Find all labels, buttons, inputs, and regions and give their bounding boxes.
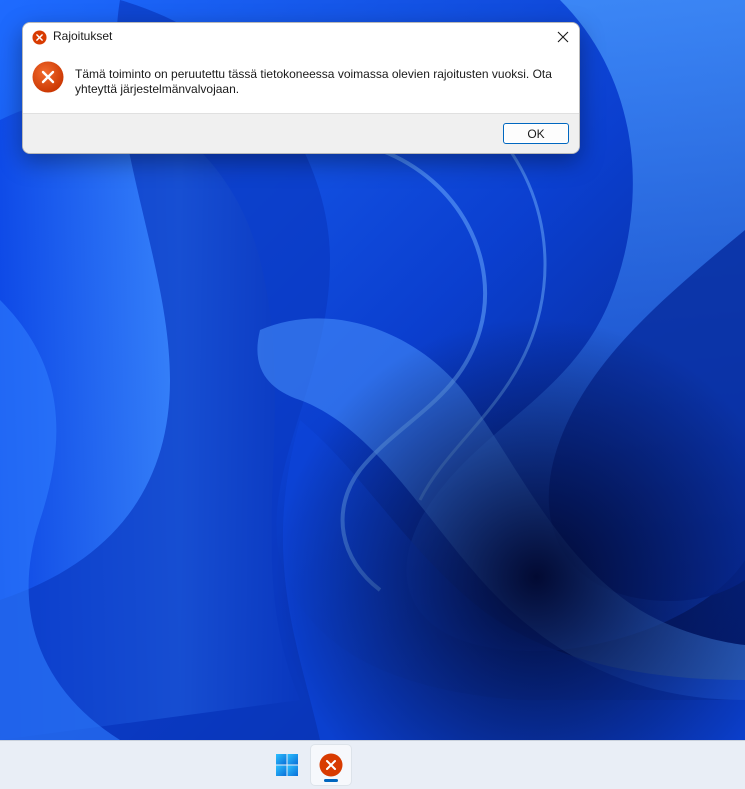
dialog-message: Tämä toiminto on peruutettu tässä tietok…	[75, 67, 552, 96]
taskbar-item-restrictions-dialog[interactable]	[311, 745, 351, 785]
dialog-titlebar[interactable]: Rajoitukset	[23, 23, 579, 51]
active-app-indicator	[324, 779, 338, 782]
error-icon	[32, 61, 64, 93]
restrictions-dialog: Rajoitukset Tämä toiminto on peruutettu …	[22, 22, 580, 154]
error-icon	[32, 30, 47, 45]
close-icon	[557, 31, 569, 43]
desktop: Rajoitukset Tämä toiminto on peruutettu …	[0, 0, 745, 789]
dialog-title: Rajoitukset	[53, 29, 113, 43]
dialog-content: Tämä toiminto on peruutettu tässä tietok…	[23, 51, 579, 113]
error-icon	[319, 753, 343, 777]
start-button[interactable]	[267, 745, 307, 785]
dialog-footer: OK	[23, 113, 579, 153]
close-button[interactable]	[547, 23, 579, 51]
ok-button[interactable]: OK	[503, 123, 569, 144]
taskbar	[0, 740, 745, 789]
windows-logo-icon	[276, 754, 298, 776]
